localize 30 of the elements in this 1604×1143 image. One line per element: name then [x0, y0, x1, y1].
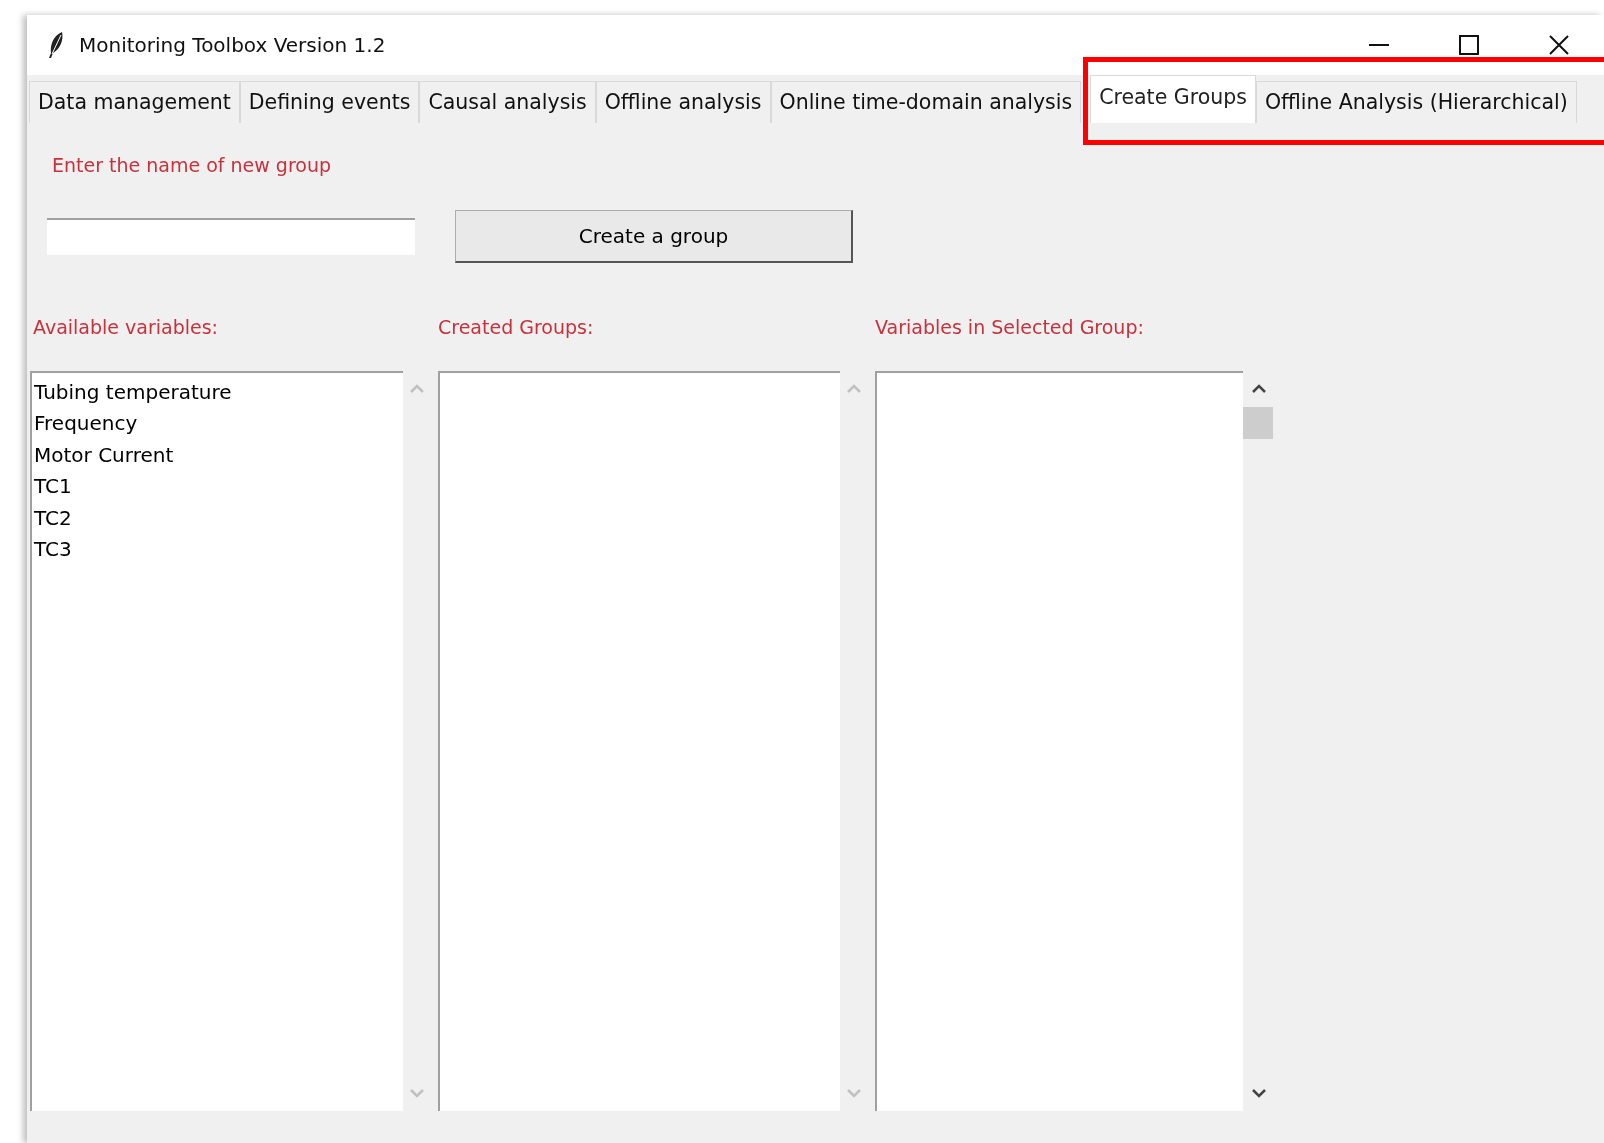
list-box[interactable]: [438, 370, 840, 1111]
list-label: Created Groups:: [438, 314, 595, 340]
minimize-icon: [1368, 44, 1390, 46]
window-title: Monitoring Toolbox Version 1.2: [79, 32, 386, 59]
prompt-label: Enter the name of new group: [51, 153, 333, 178]
tab[interactable]: Defining events: [239, 81, 420, 123]
tab[interactable]: Data management: [29, 81, 240, 123]
tab[interactable]: Causal analysis: [419, 81, 596, 123]
list-box[interactable]: Tubing temperature Frequency Motor Current TC1 TC2 TC3: [30, 370, 403, 1111]
maximize-icon: [1458, 34, 1480, 56]
list-item[interactable]: Motor Current: [32, 439, 403, 471]
list-item[interactable]: TC2: [32, 502, 403, 534]
list-label: Available variables:: [32, 314, 219, 340]
feather-icon: [47, 31, 65, 59]
scrollbar-thumb[interactable]: [1243, 406, 1273, 439]
tab[interactable]: Online time-domain analysis: [770, 81, 1082, 123]
close-icon: [1548, 34, 1570, 56]
list-item[interactable]: TC3: [32, 534, 403, 566]
list-item[interactable]: Frequency: [32, 408, 403, 440]
tab[interactable]: Offline analysis: [595, 81, 771, 123]
scroll-up-icon[interactable]: [1252, 384, 1266, 394]
group-name-field[interactable]: [47, 217, 415, 255]
list-box[interactable]: [875, 370, 1243, 1111]
tab[interactable]: Offline Analysis (Hierarchical): [1255, 81, 1577, 123]
tab[interactable]: Create Groups: [1090, 75, 1256, 123]
list-item[interactable]: Tubing temperature: [32, 376, 403, 408]
list-label: Variables in Selected Group:: [875, 314, 1145, 340]
scroll-down-icon[interactable]: [1252, 1088, 1266, 1098]
list-item[interactable]: TC1: [32, 471, 403, 503]
create-group-button[interactable]: Create a group: [455, 209, 853, 263]
